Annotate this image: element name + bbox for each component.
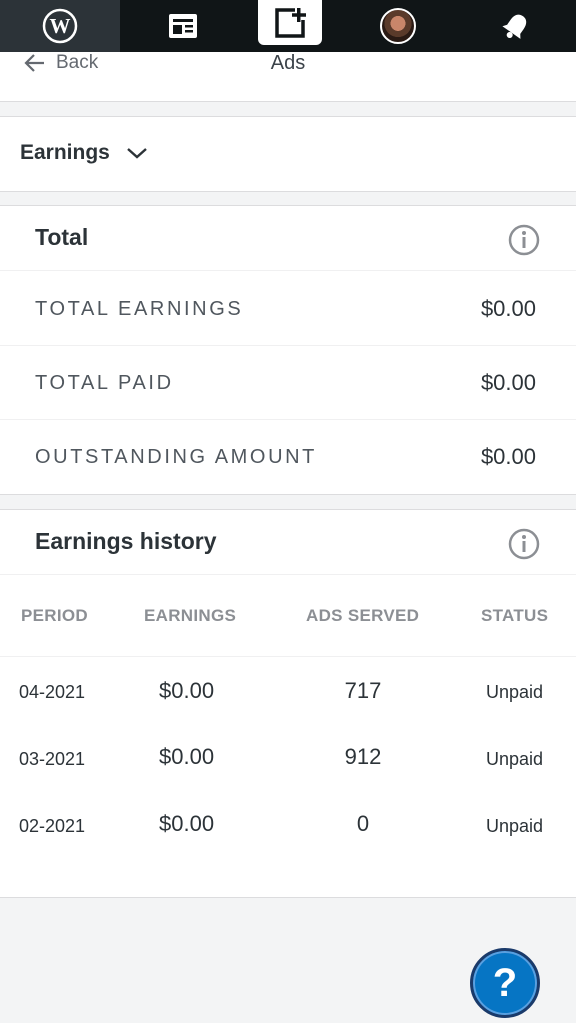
total-paid-value: $0.00: [480, 370, 536, 395]
column-header-ads-served: ADS SERVED: [306, 606, 420, 625]
earnings-cell: $0.00: [159, 678, 215, 703]
ads-served-cell: 912: [344, 744, 382, 769]
avatar: [380, 8, 416, 44]
info-icon[interactable]: [508, 528, 540, 560]
status-cell: Unpaid: [486, 816, 544, 836]
total-title: Total: [35, 224, 89, 250]
earnings-cell: $0.00: [159, 744, 215, 769]
earnings-history-card: Earnings history PERIOD EARNINGS ADS SER…: [0, 509, 576, 898]
section-dropdown[interactable]: Earnings: [0, 116, 576, 192]
my-sites-button[interactable]: W: [0, 0, 120, 52]
reader-icon: [168, 14, 197, 38]
period-cell: 02-2021: [19, 816, 86, 836]
period-cell: 03-2021: [19, 749, 86, 769]
status-cell: Unpaid: [486, 682, 544, 702]
total-earnings-label: TOTAL EARNINGS: [35, 298, 244, 320]
reader-button[interactable]: [120, 0, 245, 52]
table-header-divider: [0, 656, 576, 657]
total-card-header: Total: [0, 206, 576, 271]
notifications-button[interactable]: [456, 0, 576, 52]
write-icon: [275, 7, 306, 38]
column-header-status: STATUS: [481, 606, 549, 625]
outstanding-amount-row: OUTSTANDING AMOUNT $0.00: [0, 420, 576, 494]
header-nav: Back Ads: [0, 52, 576, 102]
total-card: Total TOTAL EARNINGS $0.00 TOTAL PAID $0…: [0, 205, 576, 495]
total-earnings-value: $0.00: [480, 296, 536, 321]
total-paid-row: TOTAL PAID $0.00: [0, 346, 576, 420]
status-cell: Unpaid: [486, 749, 544, 769]
masterbar: W: [0, 0, 576, 52]
period-cell: 04-2021: [19, 682, 86, 702]
help-button[interactable]: ?: [470, 948, 540, 1018]
write-button[interactable]: [258, 0, 322, 45]
page-title: Ads: [270, 52, 306, 74]
earnings-history-title: Earnings history: [35, 528, 217, 554]
column-header-period: PERIOD: [21, 606, 88, 625]
svg-text:W: W: [50, 14, 71, 38]
total-earnings-row: TOTAL EARNINGS $0.00: [0, 272, 576, 346]
ads-served-cell: 0: [356, 811, 370, 836]
wordpress-icon: W: [42, 8, 78, 44]
earnings-cell: $0.00: [159, 811, 215, 836]
info-icon[interactable]: [508, 224, 540, 256]
section-dropdown-label: Earnings: [20, 141, 110, 164]
outstanding-amount-value: $0.00: [480, 444, 536, 469]
chevron-down-icon: [127, 148, 147, 159]
column-header-earnings: EARNINGS: [144, 606, 237, 625]
ads-served-cell: 717: [344, 678, 382, 703]
notifications-icon: [502, 14, 527, 39]
earnings-history-header: Earnings history: [0, 510, 576, 575]
outstanding-amount-label: OUTSTANDING AMOUNT: [35, 446, 317, 468]
me-button[interactable]: [340, 0, 456, 52]
total-paid-label: TOTAL PAID: [35, 372, 174, 394]
